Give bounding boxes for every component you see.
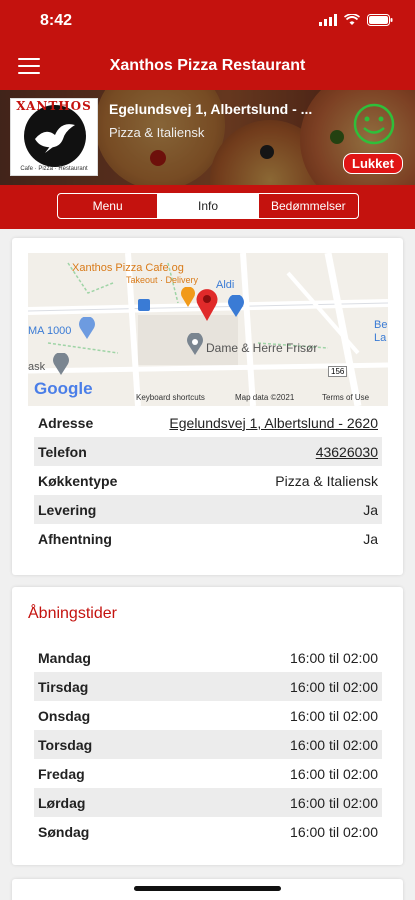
restaurant-address-title: Egelundsvej 1, Albertslund - ... xyxy=(109,101,313,117)
page-title: Xanthos Pizza Restaurant xyxy=(109,57,306,74)
hours-row: Torsdag 16:00 til 02:00 xyxy=(34,730,382,759)
road-number-label: 156 xyxy=(328,366,348,377)
info-value: Ja xyxy=(363,501,378,518)
hours-row: Fredag 16:00 til 02:00 xyxy=(34,759,382,788)
status-bar: 8:42 xyxy=(0,12,415,34)
info-card: Xanthos Pizza Cafe og Takeout · Delivery… xyxy=(12,238,403,575)
smiley-icon xyxy=(353,103,395,145)
bus-poi-icon xyxy=(138,299,150,311)
google-logo: Google xyxy=(34,379,93,398)
hours-value: 16:00 til 02:00 xyxy=(290,707,378,724)
dove-icon xyxy=(35,124,75,153)
hair-salon-poi-icon xyxy=(187,333,203,355)
hours-row: Tirsdag 16:00 til 02:00 xyxy=(34,672,382,701)
map-shortcuts-link[interactable]: Keyboard shortcuts xyxy=(136,393,205,402)
phone-link[interactable]: 43626030 xyxy=(316,444,378,460)
day-label: Søndag xyxy=(38,823,90,840)
home-indicator[interactable] xyxy=(134,886,281,891)
opening-hours-title: Åbningstider xyxy=(28,605,117,622)
map-label-place: Xanthos Pizza Cafe og xyxy=(72,262,184,274)
day-label: Torsdag xyxy=(38,736,93,753)
logo-word: XANTHOS xyxy=(16,99,92,113)
day-label: Tirsdag xyxy=(38,678,89,695)
day-label: Lørdag xyxy=(38,794,86,811)
info-row-address: Adresse Egelundsvej 1, Albertslund - 262… xyxy=(34,408,382,437)
hours-value: 16:00 til 02:00 xyxy=(290,794,378,811)
info-row-phone: Telefon 43626030 xyxy=(34,437,382,466)
map-label-be: Be xyxy=(374,319,388,331)
hours-value: 16:00 til 02:00 xyxy=(290,736,378,753)
map-label-ma: MA 1000 xyxy=(28,325,72,337)
segmented-control: Menu Info Bedømmelser xyxy=(57,193,359,219)
map-label-ask: ask xyxy=(28,361,46,373)
hours-value: 16:00 til 02:00 xyxy=(290,678,378,695)
day-label: Fredag xyxy=(38,765,85,782)
hours-row: Onsdag 16:00 til 02:00 xyxy=(34,701,382,730)
restaurant-poi-icon xyxy=(181,287,195,307)
logo-subtitle: Cafe · Pizza · Restaurant xyxy=(20,166,88,172)
restaurant-category: Pizza & Italiensk xyxy=(109,125,205,140)
hours-value: 16:00 til 02:00 xyxy=(290,823,378,840)
map-label-la: La xyxy=(374,332,387,344)
status-badge: Lukket xyxy=(343,153,403,174)
signal-icon xyxy=(319,14,337,26)
map-label-place-sub: Takeout · Delivery xyxy=(126,275,199,285)
hours-value: 16:00 til 02:00 xyxy=(290,649,378,666)
day-label: Onsdag xyxy=(38,707,91,724)
restaurant-banner: XANTHOS Cafe · Pizza · Restaurant Egelun… xyxy=(0,90,415,185)
info-value: Ja xyxy=(363,530,378,547)
tab-info[interactable]: Info xyxy=(158,194,259,218)
hours-row: Mandag 16:00 til 02:00 xyxy=(34,643,382,672)
info-key: Køkkentype xyxy=(38,472,118,489)
map-pin-icon xyxy=(196,289,218,321)
app-header: 8:42 Xanthos Pizza Restaurant xyxy=(0,0,415,90)
tab-strip: Menu Info Bedømmelser xyxy=(0,185,415,229)
map-label-hair-salon: Dame & Herre Frisør xyxy=(206,341,318,355)
status-time: 8:42 xyxy=(40,12,73,29)
battery-icon xyxy=(367,14,393,26)
wifi-icon xyxy=(344,14,360,25)
info-row-delivery: Levering Ja xyxy=(34,495,382,524)
shopping-poi-icon xyxy=(228,295,244,317)
map-data-label: Map data ©2021 xyxy=(235,393,295,402)
hours-row: Lørdag 16:00 til 02:00 xyxy=(34,788,382,817)
info-key: Levering xyxy=(38,501,97,518)
opening-hours-list: Mandag 16:00 til 02:00 Tirsdag 16:00 til 0… xyxy=(34,643,382,846)
hours-value: 16:00 til 02:00 xyxy=(290,765,378,782)
info-list: Adresse Egelundsvej 1, Albertslund - 262… xyxy=(34,408,382,553)
store-poi-icon xyxy=(79,317,95,339)
map-terms-link[interactable]: Terms of Use xyxy=(322,393,369,402)
info-value: Pizza & Italiensk xyxy=(275,472,378,489)
restaurant-logo: XANTHOS Cafe · Pizza · Restaurant xyxy=(10,98,98,176)
tab-reviews[interactable]: Bedømmelser xyxy=(259,194,358,218)
info-row-pickup: Afhentning Ja xyxy=(34,524,382,553)
info-key: Afhentning xyxy=(38,530,112,547)
info-key: Adresse xyxy=(38,414,94,431)
day-label: Mandag xyxy=(38,649,91,666)
info-row-cuisine: Køkkentype Pizza & Italiensk xyxy=(34,466,382,495)
info-key: Telefon xyxy=(38,443,87,460)
tab-menu[interactable]: Menu xyxy=(58,194,159,218)
address-link[interactable]: Egelundsvej 1, Albertslund - 2620 xyxy=(169,415,378,431)
status-icons xyxy=(319,14,393,26)
hours-row: Søndag 16:00 til 02:00 xyxy=(34,817,382,846)
grey-poi-icon xyxy=(53,353,69,375)
map-view[interactable]: Xanthos Pizza Cafe og Takeout · Delivery… xyxy=(28,253,388,406)
opening-hours-card: Åbningstider Mandag 16:00 til 02:00 Tirsd… xyxy=(12,587,403,865)
